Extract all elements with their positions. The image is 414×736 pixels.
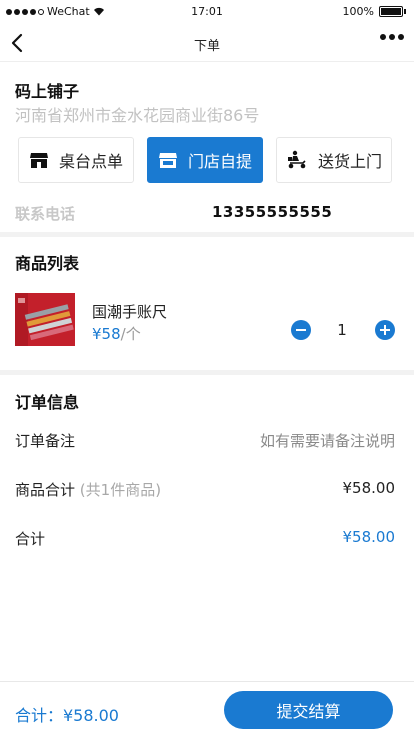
bottom-bar: 合计：¥58.00 提交结算 [0,681,414,736]
goods-section-title: 商品列表 [15,254,80,273]
mode-label: 送货上门 [317,152,382,171]
more-menu-button[interactable] [380,34,404,40]
mode-dine-in-button[interactable]: 桌台点单 [18,137,134,183]
quantity-decrease-button[interactable] [291,320,311,340]
submit-order-button[interactable]: 提交结算 [224,691,393,729]
subtotal-item-count: (共1件商品) [79,481,162,499]
subtotal-value: ¥58.00 [342,479,396,497]
store-icon [29,153,48,168]
mode-label: 桌台点单 [58,152,123,171]
mode-delivery-button[interactable]: 送货上门 [276,137,392,183]
subtotal-label: 商品合计 (共1件商品) [15,479,161,500]
subtotal-label-text: 商品合计 [15,481,76,499]
section-divider [0,232,414,237]
battery-percent: 100% [342,5,374,18]
dot-icon [380,34,386,40]
battery-group: 100% [343,5,406,18]
mode-label: 门店自提 [187,152,252,171]
battery-icon [379,6,403,17]
quantity-increase-button[interactable] [375,320,395,340]
shop-address: 河南省郑州市金水花园商业街86号 [15,106,260,125]
remark-input[interactable]: 如有需要请备注说明 [260,430,395,451]
quantity-value: 1 [337,321,347,339]
contact-phone[interactable]: 13355555555 [212,203,332,221]
ruler-product-photo [15,293,75,346]
dot-icon [398,34,404,40]
store-pickup-icon [158,153,177,168]
delivery-scooter-icon [287,150,306,169]
product-name: 国潮手账尺 [92,303,168,321]
mode-pickup-button[interactable]: 门店自提 [147,137,263,183]
remark-label: 订单备注 [15,432,76,450]
shop-name: 码上铺子 [15,82,80,101]
total-label: 合计 [15,530,46,548]
product-image [15,293,75,346]
contact-label: 联系电话 [15,205,76,223]
dot-icon [389,34,395,40]
price-unit: /个 [120,325,141,343]
page-title: 下单 [193,39,220,54]
section-divider [0,370,414,375]
order-info-title: 订单信息 [15,393,80,412]
status-bar: WeChat 17:01 100% [0,0,414,24]
product-price: ¥58/个 [92,323,141,344]
nav-bar: 下单 [0,24,414,62]
total-value: ¥58.00 [342,528,396,546]
price-value: ¥58 [92,325,121,343]
bottom-total: 合计：¥58.00 [15,706,119,725]
